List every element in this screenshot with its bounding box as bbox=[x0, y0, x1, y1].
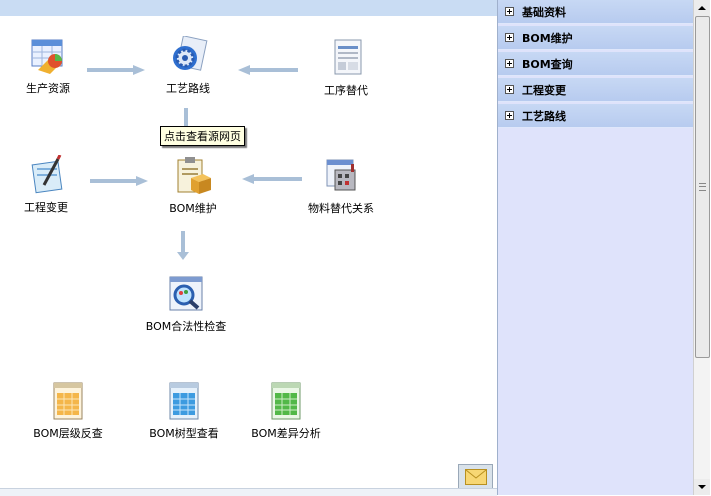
scroll-thumb[interactable] bbox=[695, 16, 710, 358]
sidebar-item-label: 基础资料 bbox=[522, 5, 566, 19]
node-label: 生产资源 bbox=[26, 82, 70, 95]
node-label: 工序替代 bbox=[324, 84, 368, 97]
sidebar-item-label: BOM查询 bbox=[522, 57, 573, 71]
sidebar-item-label: 工程变更 bbox=[522, 83, 566, 97]
sidebar-item-bom-maintenance[interactable]: BOM维护 bbox=[498, 26, 694, 50]
grip-icon bbox=[699, 183, 706, 191]
scroll-down-button[interactable] bbox=[694, 479, 710, 495]
document-icon bbox=[326, 38, 366, 78]
scroll-up-button[interactable] bbox=[694, 0, 710, 16]
table-chart-icon bbox=[28, 36, 68, 76]
node-production-resource[interactable]: 生产资源 bbox=[18, 36, 78, 96]
node-label: BOM差异分析 bbox=[251, 427, 321, 440]
node-label: BOM层级反查 bbox=[33, 427, 103, 440]
node-material-substitute[interactable]: 物料替代关系 bbox=[303, 156, 379, 216]
arrow-down bbox=[180, 108, 192, 128]
node-operation-substitute[interactable]: 工序替代 bbox=[316, 38, 376, 98]
magnifier-icon bbox=[166, 274, 206, 314]
arrow-left bbox=[242, 174, 302, 184]
expand-plus-icon[interactable] bbox=[505, 7, 514, 16]
expand-plus-icon[interactable] bbox=[505, 111, 514, 120]
clipboard-box-icon bbox=[173, 156, 213, 196]
arrow-right bbox=[87, 65, 145, 75]
arrow-right bbox=[90, 176, 148, 186]
tooltip: 点击查看源网页 bbox=[160, 126, 245, 146]
sidebar-item-label: 工艺路线 bbox=[522, 109, 566, 123]
sidebar-item-basic-data[interactable]: 基础资料 bbox=[498, 0, 694, 24]
node-label: BOM维护 bbox=[169, 202, 217, 215]
node-label: 工艺路线 bbox=[166, 82, 210, 95]
arrow-up-icon bbox=[698, 6, 706, 10]
vertical-scrollbar[interactable] bbox=[693, 0, 710, 495]
expand-plus-icon[interactable] bbox=[505, 33, 514, 42]
mail-icon bbox=[464, 468, 487, 488]
node-engineering-change[interactable]: 工程变更 bbox=[16, 154, 76, 215]
node-process-route[interactable]: 工艺路线 bbox=[158, 35, 218, 96]
top-bar bbox=[0, 0, 497, 16]
sidebar-item-process-route[interactable]: 工艺路线 bbox=[498, 104, 694, 128]
spreadsheet-icon bbox=[266, 381, 306, 421]
sidebar-item-bom-query[interactable]: BOM查询 bbox=[498, 52, 694, 76]
node-bom-level-query[interactable]: BOM层级反查 bbox=[28, 381, 108, 441]
spreadsheet-icon bbox=[164, 381, 204, 421]
arrow-left bbox=[238, 65, 298, 75]
node-bom-maintenance[interactable]: BOM维护 bbox=[163, 156, 223, 216]
node-bom-diff-analysis[interactable]: BOM差异分析 bbox=[246, 381, 326, 441]
spreadsheet-icon bbox=[48, 381, 88, 421]
pen-notepad-icon bbox=[26, 154, 66, 195]
sidebar: 基础资料 BOM维护 BOM查询 工程变更 工艺路线 bbox=[497, 0, 694, 495]
node-bom-tree-view[interactable]: BOM树型查看 bbox=[144, 381, 224, 441]
expand-plus-icon[interactable] bbox=[505, 85, 514, 94]
arrow-down-icon bbox=[698, 485, 706, 489]
sidebar-item-engineering-change[interactable]: 工程变更 bbox=[498, 78, 694, 102]
arrow-down bbox=[177, 231, 189, 261]
node-label: 物料替代关系 bbox=[308, 202, 374, 215]
flow-panel: 生产资源 工艺路线 工序替代 点击查看源网页 工程变更 BOM维护 物料替代关系… bbox=[0, 0, 497, 496]
factory-icon bbox=[321, 156, 361, 196]
node-bom-validity-check[interactable]: BOM合法性检查 bbox=[140, 274, 232, 334]
expand-plus-icon[interactable] bbox=[505, 59, 514, 68]
node-label: BOM树型查看 bbox=[149, 427, 219, 440]
node-label: 工程变更 bbox=[24, 201, 68, 214]
sidebar-item-label: BOM维护 bbox=[522, 31, 573, 45]
gear-globe-icon bbox=[168, 35, 208, 76]
node-label: BOM合法性检查 bbox=[145, 320, 227, 333]
